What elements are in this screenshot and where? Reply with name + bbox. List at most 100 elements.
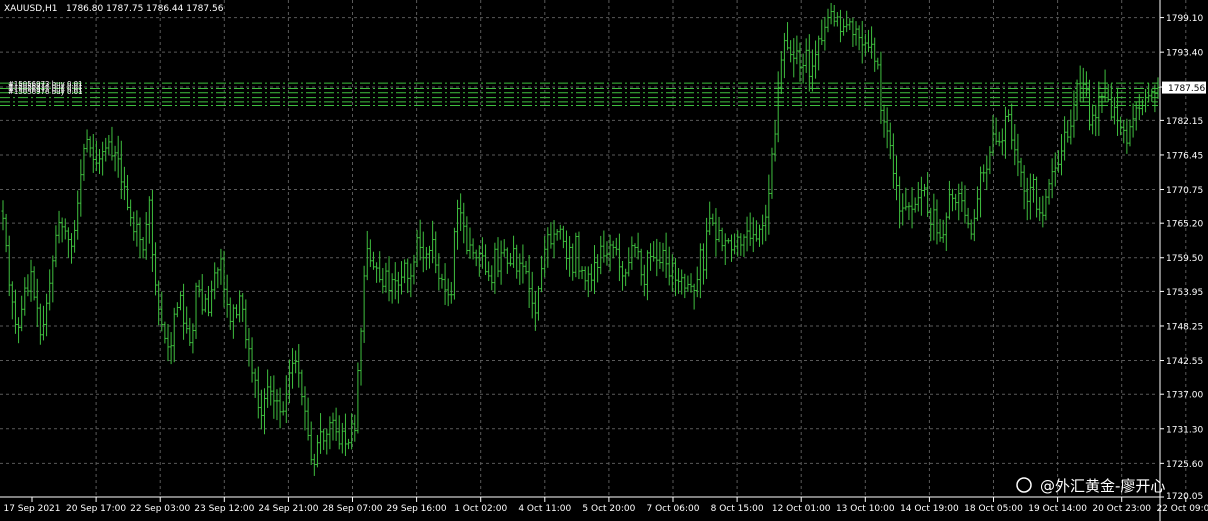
price-bar xyxy=(424,246,428,271)
price-tick-label: 1759.50 xyxy=(1166,254,1203,264)
price-chart[interactable]: 1799.101793.401787.651782.151776.451770.… xyxy=(0,0,1208,521)
price-bar xyxy=(1035,176,1039,218)
price-bar xyxy=(801,53,805,84)
price-bar xyxy=(409,263,413,298)
price-bar xyxy=(213,262,217,300)
price-bar xyxy=(577,231,581,280)
price-bar xyxy=(484,244,488,276)
price-bar xyxy=(502,239,506,257)
price-bar xyxy=(160,291,164,332)
price-bar xyxy=(73,220,77,253)
price-bar xyxy=(1125,118,1129,154)
price-bar xyxy=(546,227,550,268)
price-bar xyxy=(113,145,117,172)
price-bar xyxy=(1091,104,1095,135)
price-bar xyxy=(319,413,323,454)
price-bar xyxy=(315,434,319,468)
time-tick-label: 13 Oct 10:00 xyxy=(836,504,895,514)
order-lines xyxy=(0,82,1158,107)
price-tick-label: 1753.95 xyxy=(1166,288,1203,298)
price-bar xyxy=(446,278,450,307)
price-bar xyxy=(219,248,223,285)
price-bar xyxy=(1063,116,1067,161)
time-tick-label: 5 Oct 20:00 xyxy=(582,504,635,514)
price-bar xyxy=(857,25,861,51)
price-bar xyxy=(848,18,852,31)
price-bar xyxy=(244,299,248,349)
price-bar xyxy=(368,239,372,267)
price-bar xyxy=(104,137,108,162)
price-bar xyxy=(919,176,923,216)
price-bar xyxy=(182,283,186,340)
price-bar xyxy=(1038,196,1042,222)
price-bar xyxy=(340,422,344,454)
price-tick-label: 1765.20 xyxy=(1166,220,1203,230)
price-bar xyxy=(210,280,214,317)
price-bar xyxy=(742,234,746,258)
price-bar xyxy=(396,271,400,304)
price-bar xyxy=(649,243,653,271)
price-bar xyxy=(689,273,693,293)
price-bar xyxy=(758,224,762,247)
time-tick-label: 1 Oct 02:00 xyxy=(454,504,507,514)
price-bar xyxy=(926,171,930,217)
price-bar xyxy=(524,260,528,275)
time-tick-label: 20 Sep 17:00 xyxy=(66,504,126,514)
price-bar xyxy=(733,233,737,255)
price-bar xyxy=(767,174,771,235)
time-tick-label: 8 Oct 15:00 xyxy=(711,504,764,514)
price-bar xyxy=(263,388,267,435)
price-bar xyxy=(1128,119,1132,147)
price-bar xyxy=(1150,88,1154,102)
price-bar xyxy=(331,412,335,441)
price-bar xyxy=(253,368,257,398)
price-bar xyxy=(810,49,814,92)
time-tick-label: 7 Oct 06:00 xyxy=(647,504,700,514)
price-bar xyxy=(935,199,939,245)
price-bar xyxy=(630,236,634,270)
price-bar xyxy=(365,230,369,281)
price-bar xyxy=(951,188,955,212)
price-bar xyxy=(390,273,394,304)
price-bar xyxy=(449,281,453,304)
price-bar xyxy=(888,122,892,160)
chart-canvas[interactable]: 1799.101793.401787.651782.151776.451770.… xyxy=(0,0,1208,521)
price-bar xyxy=(91,133,95,173)
time-tick-label: 14 Oct 19:00 xyxy=(900,504,959,514)
price-bar xyxy=(599,235,603,275)
price-bar xyxy=(384,262,388,293)
price-bar xyxy=(1053,152,1057,187)
price-bar xyxy=(225,274,229,318)
price-bar xyxy=(51,255,55,303)
price-bar xyxy=(206,285,210,317)
price-bar xyxy=(480,237,484,269)
price-bar xyxy=(583,266,587,291)
price-bar xyxy=(621,260,625,291)
price-bar xyxy=(1044,189,1048,221)
price-bar xyxy=(708,201,712,236)
price-bar xyxy=(907,202,911,221)
price-bar xyxy=(437,253,441,291)
price-bar xyxy=(353,414,357,442)
time-tick-label: 23 Sep 12:00 xyxy=(194,504,254,514)
order-labels: #15056973 buy 0.01#15056974 buy 0.01#150… xyxy=(8,80,83,96)
price-bar xyxy=(916,181,920,212)
price-bar xyxy=(842,18,846,36)
price-bar xyxy=(440,273,444,289)
price-bar xyxy=(789,40,793,63)
price-bar xyxy=(533,291,537,331)
price-bar xyxy=(561,225,565,249)
price-bar xyxy=(41,305,45,341)
price-bars xyxy=(1,2,1160,476)
price-bar xyxy=(468,227,472,259)
price-bar xyxy=(172,307,176,363)
price-bar xyxy=(185,306,189,334)
price-tick-label: 1776.45 xyxy=(1166,151,1203,161)
price-bar xyxy=(739,233,743,256)
price-bar xyxy=(879,51,883,124)
price-tick-label: 1731.30 xyxy=(1166,425,1203,435)
price-bar xyxy=(975,186,979,221)
price-bar xyxy=(988,146,992,175)
price-bar xyxy=(1000,128,1004,156)
price-bar xyxy=(337,415,341,450)
